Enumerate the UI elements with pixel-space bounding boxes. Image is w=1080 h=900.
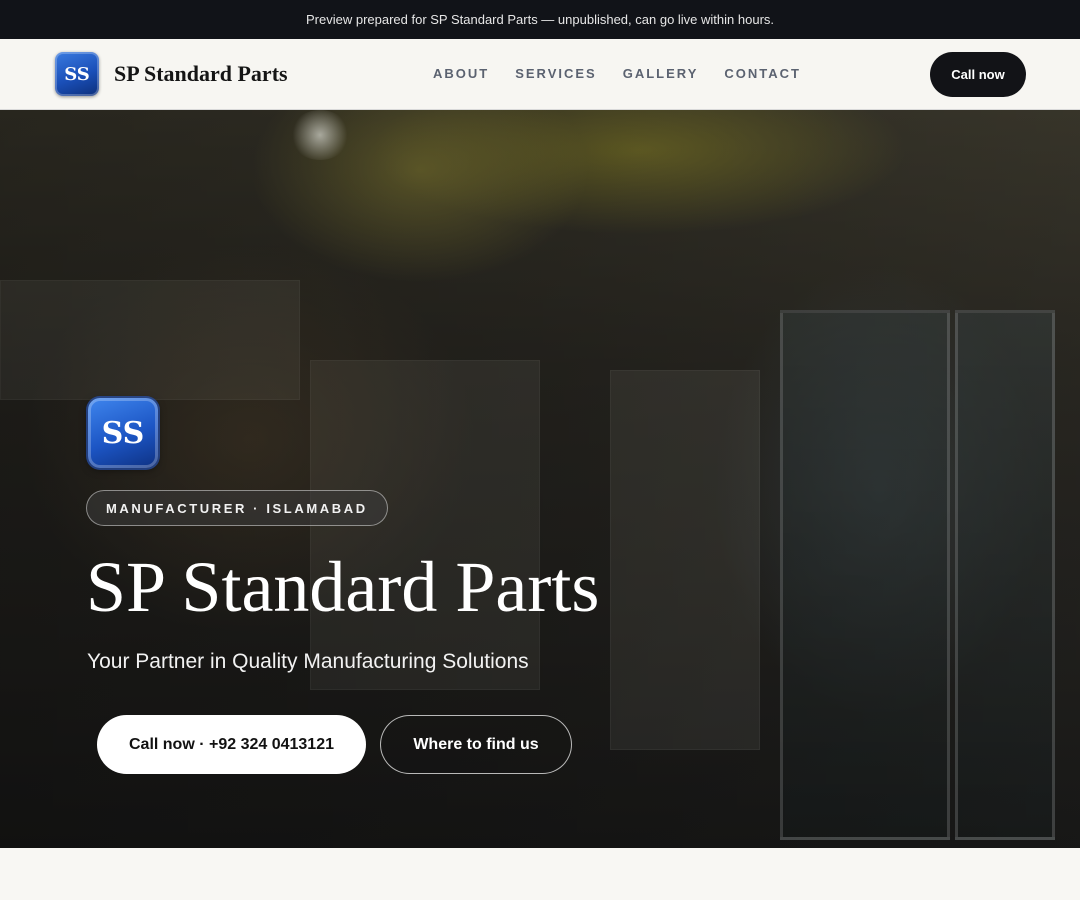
- hero-logo-icon: SS: [88, 398, 158, 468]
- nav-link-about[interactable]: ABOUT: [433, 66, 489, 81]
- site-header: SS SP Standard Parts ABOUT SERVICES GALL…: [0, 39, 1080, 110]
- next-section: [0, 848, 1080, 900]
- announcement-bar: Preview prepared for SP Standard Parts —…: [0, 0, 1080, 39]
- brand[interactable]: SS SP Standard Parts: [55, 52, 288, 96]
- brand-name[interactable]: SP Standard Parts: [114, 61, 288, 87]
- hero-section: SS MANUFACTURER · ISLAMABAD SP Standard …: [0, 110, 1080, 848]
- hero-title: SP Standard Parts: [86, 547, 600, 627]
- nav-link-services[interactable]: SERVICES: [515, 66, 597, 81]
- call-phone-button[interactable]: Call now · +92 324 0413121: [97, 715, 366, 774]
- call-now-button[interactable]: Call now: [930, 52, 1026, 97]
- nav-link-gallery[interactable]: GALLERY: [623, 66, 699, 81]
- hero-subtitle: Your Partner in Quality Manufacturing So…: [87, 650, 529, 673]
- announcement-text: Preview prepared for SP Standard Parts —…: [305, 12, 775, 27]
- logo-icon[interactable]: SS: [55, 52, 99, 96]
- location-badge: MANUFACTURER · ISLAMABAD: [86, 490, 388, 526]
- find-us-button[interactable]: Where to find us: [380, 715, 572, 774]
- nav-link-contact[interactable]: CONTACT: [724, 66, 801, 81]
- main-nav: ABOUT SERVICES GALLERY CONTACT: [433, 66, 801, 81]
